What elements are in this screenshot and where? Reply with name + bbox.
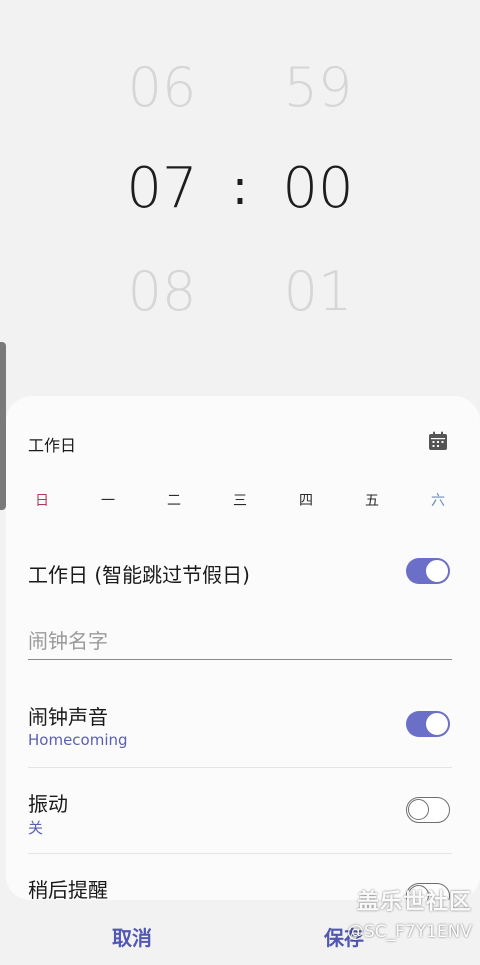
watermark-user: @SC_F7Y1ENV [346, 922, 472, 942]
cancel-button[interactable]: 取消 [112, 922, 152, 951]
hour-prev[interactable]: 06 [102, 56, 222, 119]
toggle-knob [408, 799, 429, 820]
repeat-title: 工作日 [28, 436, 77, 455]
day-wed[interactable]: 三 [220, 490, 260, 510]
community-watermark: 盖乐世社区 @SC_F7Y1ENV [347, 884, 472, 942]
workday-label: 工作日 (智能跳过节假日) [28, 563, 250, 587]
hour-next[interactable]: 08 [102, 260, 222, 323]
day-thu[interactable]: 四 [286, 490, 326, 510]
alarm-name-input[interactable] [28, 622, 452, 660]
day-fri[interactable]: 五 [352, 490, 392, 510]
alarm-settings-sheet: 工作日 日 一 二 三 四 五 六 工作日 (智能跳过节假日) 闹钟声音 Hom… [6, 396, 480, 900]
snooze-label: 稍后提醒 [28, 878, 108, 900]
time-separator: : [231, 160, 249, 216]
sound-label: 闹钟声音 [28, 705, 108, 729]
sound-toggle[interactable] [406, 711, 450, 737]
minute-prev[interactable]: 59 [258, 56, 378, 119]
divider [28, 767, 452, 768]
workday-toggle[interactable] [406, 558, 450, 584]
sound-value: Homecoming [28, 731, 128, 749]
toggle-knob [425, 712, 449, 736]
weekday-selector: 日 一 二 三 四 五 六 [6, 490, 480, 514]
vibration-label: 振动 [28, 792, 68, 816]
calendar-icon[interactable] [427, 430, 449, 452]
vibration-toggle[interactable] [406, 797, 450, 823]
minute-selected[interactable]: 00 [258, 156, 378, 221]
vibration-value: 关 [28, 819, 44, 837]
day-mon[interactable]: 一 [88, 490, 128, 510]
day-tue[interactable]: 二 [154, 490, 194, 510]
toggle-knob [425, 559, 449, 583]
watermark-logo: 盖乐世社区 [356, 890, 472, 915]
minute-next[interactable]: 01 [258, 260, 378, 323]
divider [28, 853, 452, 854]
day-sun[interactable]: 日 [22, 490, 62, 510]
day-sat[interactable]: 六 [418, 490, 458, 510]
time-picker[interactable]: 06 07 08 : 59 00 01 [0, 0, 480, 396]
hour-selected[interactable]: 07 [102, 156, 222, 221]
